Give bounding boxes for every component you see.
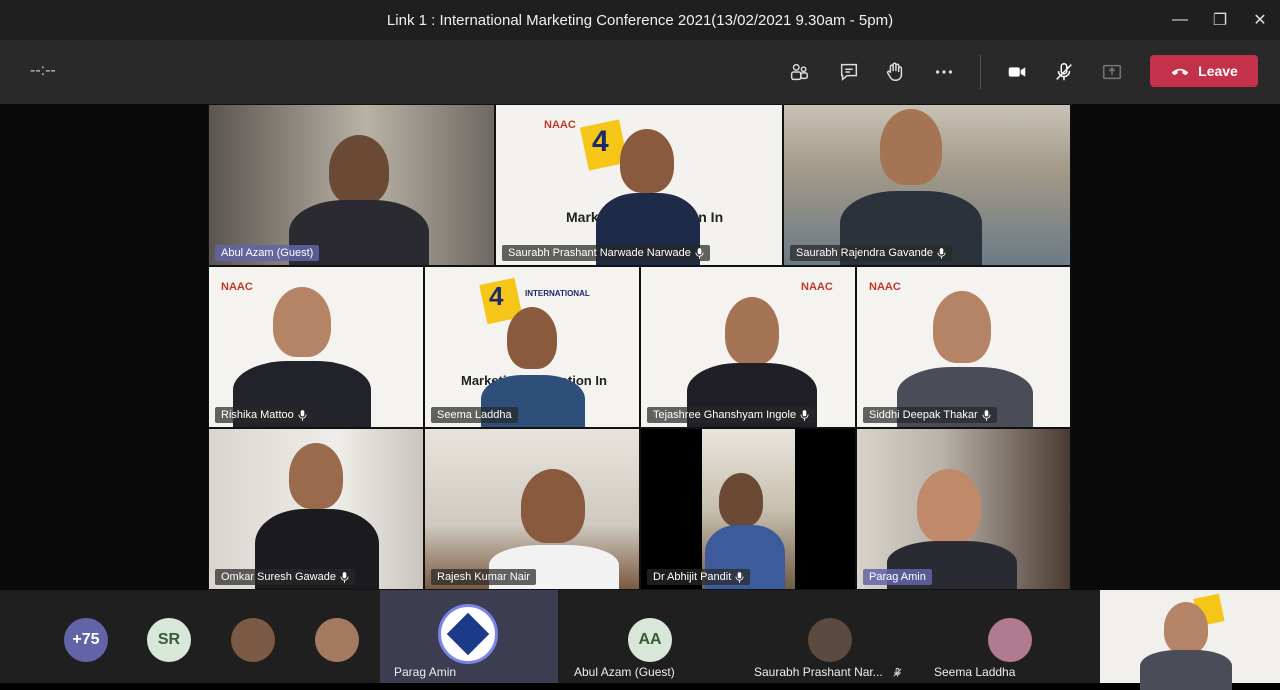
raise-hand-button[interactable] [879, 56, 911, 88]
chat-icon [840, 63, 858, 81]
avatar[interactable]: SR [147, 618, 191, 662]
title-bar: Link 1 : International Marketing Confere… [0, 0, 1280, 40]
participant-name: Abul Azam (Guest) [574, 665, 675, 679]
participant-name-tag: Rajesh Kumar Nair [431, 569, 536, 585]
mic-icon [695, 247, 704, 259]
more-options-button[interactable] [928, 56, 960, 88]
video-tile[interactable]: NAAC 4 Marketing Innovation In Saurabh P… [495, 104, 783, 266]
video-tile[interactable]: Rajesh Kumar Nair [424, 428, 640, 590]
video-tile[interactable]: 4 INTERNATIONAL Marketing Innovation In … [424, 266, 640, 428]
avatar: AA [628, 618, 672, 662]
participant-name-tag: Rishika Mattoo [215, 407, 313, 423]
participant-name-tag: Abul Azam (Guest) [215, 245, 320, 261]
participant-name: Seema Laddha [934, 665, 1016, 679]
self-preview-tile[interactable] [1100, 590, 1280, 690]
participant-name-tag: Parag Amin [863, 569, 932, 585]
mic-icon [735, 571, 744, 583]
org-logo [446, 612, 490, 656]
mic-icon [298, 409, 307, 421]
video-tile[interactable]: NAAC Siddhi Deepak Thakar [856, 266, 1071, 428]
mic-button[interactable] [1048, 56, 1080, 88]
video-stage: Abul Azam (Guest) NAAC 4 Marketing Innov… [0, 104, 1280, 590]
participant-name-tag: Dr Abhijit Pandit [647, 569, 751, 585]
meeting-timer: --:-- [30, 62, 56, 79]
close-button[interactable]: ✕ [1240, 0, 1280, 40]
participant-name: Parag Amin [394, 665, 457, 679]
minimize-button[interactable]: — [1160, 0, 1200, 40]
avatar[interactable] [231, 618, 275, 662]
window-title: Link 1 : International Marketing Confere… [386, 11, 894, 29]
participant-item[interactable]: AA Abul Azam (Guest) [560, 590, 738, 683]
participant-name: Saurabh Prashant Nar... [754, 665, 883, 679]
avatar[interactable] [315, 618, 359, 662]
chat-button[interactable] [833, 56, 865, 88]
mic-icon [800, 409, 809, 421]
restore-button[interactable]: ❐ [1200, 0, 1240, 40]
participant-name-tag: Saurabh Prashant Narwade Narwade [502, 245, 710, 261]
video-tile[interactable]: Abul Azam (Guest) [208, 104, 495, 266]
overflow-count-button[interactable]: +75 [64, 618, 108, 662]
participant-item[interactable]: Saurabh Prashant Nar... [740, 590, 918, 683]
meeting-toolbar: --:-- Leave [0, 40, 1280, 104]
participant-name-tag: Seema Laddha [431, 407, 518, 423]
avatar [988, 618, 1032, 662]
share-button[interactable] [1096, 56, 1128, 88]
camera-button[interactable] [1001, 56, 1033, 88]
raise-hand-icon [886, 62, 903, 81]
video-tile[interactable]: Parag Amin [856, 428, 1071, 590]
mic-off-icon [893, 667, 902, 677]
video-tile[interactable]: NAAC Tejashree Ghanshyam Ingole [640, 266, 856, 428]
mic-icon [340, 571, 349, 583]
participant-name-tag: Saurabh Rajendra Gavande [790, 245, 952, 261]
more-icon [935, 70, 953, 74]
camera-icon [1008, 67, 1026, 77]
leave-button[interactable]: Leave [1150, 55, 1258, 87]
participant-item[interactable]: Seema Laddha [920, 590, 1098, 683]
participants-button[interactable] [783, 56, 815, 88]
participant-name-tag: Tejashree Ghanshyam Ingole [647, 407, 816, 423]
avatar [438, 604, 498, 664]
participant-item[interactable]: Parag Amin [380, 590, 558, 683]
phone-hangup-icon [1171, 68, 1189, 76]
video-tile[interactable]: Saurabh Rajendra Gavande [783, 104, 1071, 266]
mic-icon [982, 409, 991, 421]
video-tile[interactable]: Dr Abhijit Pandit [640, 428, 856, 590]
share-icon [1103, 64, 1121, 80]
participant-strip: +75 SR Parag Amin AA Abul Azam (Guest) S… [0, 590, 1280, 690]
leave-label: Leave [1198, 63, 1238, 79]
video-tile[interactable]: Omkar Suresh Gawade [208, 428, 424, 590]
participant-name-tag: Omkar Suresh Gawade [215, 569, 355, 585]
participant-name-tag: Siddhi Deepak Thakar [863, 407, 997, 423]
toolbar-divider [980, 55, 981, 89]
video-tile[interactable]: NAAC Rishika Mattoo [208, 266, 424, 428]
participants-icon [790, 63, 808, 81]
mic-icon [937, 247, 946, 259]
avatar [808, 618, 852, 662]
window-controls: — ❐ ✕ [1160, 0, 1280, 40]
mic-off-icon [1056, 63, 1072, 81]
